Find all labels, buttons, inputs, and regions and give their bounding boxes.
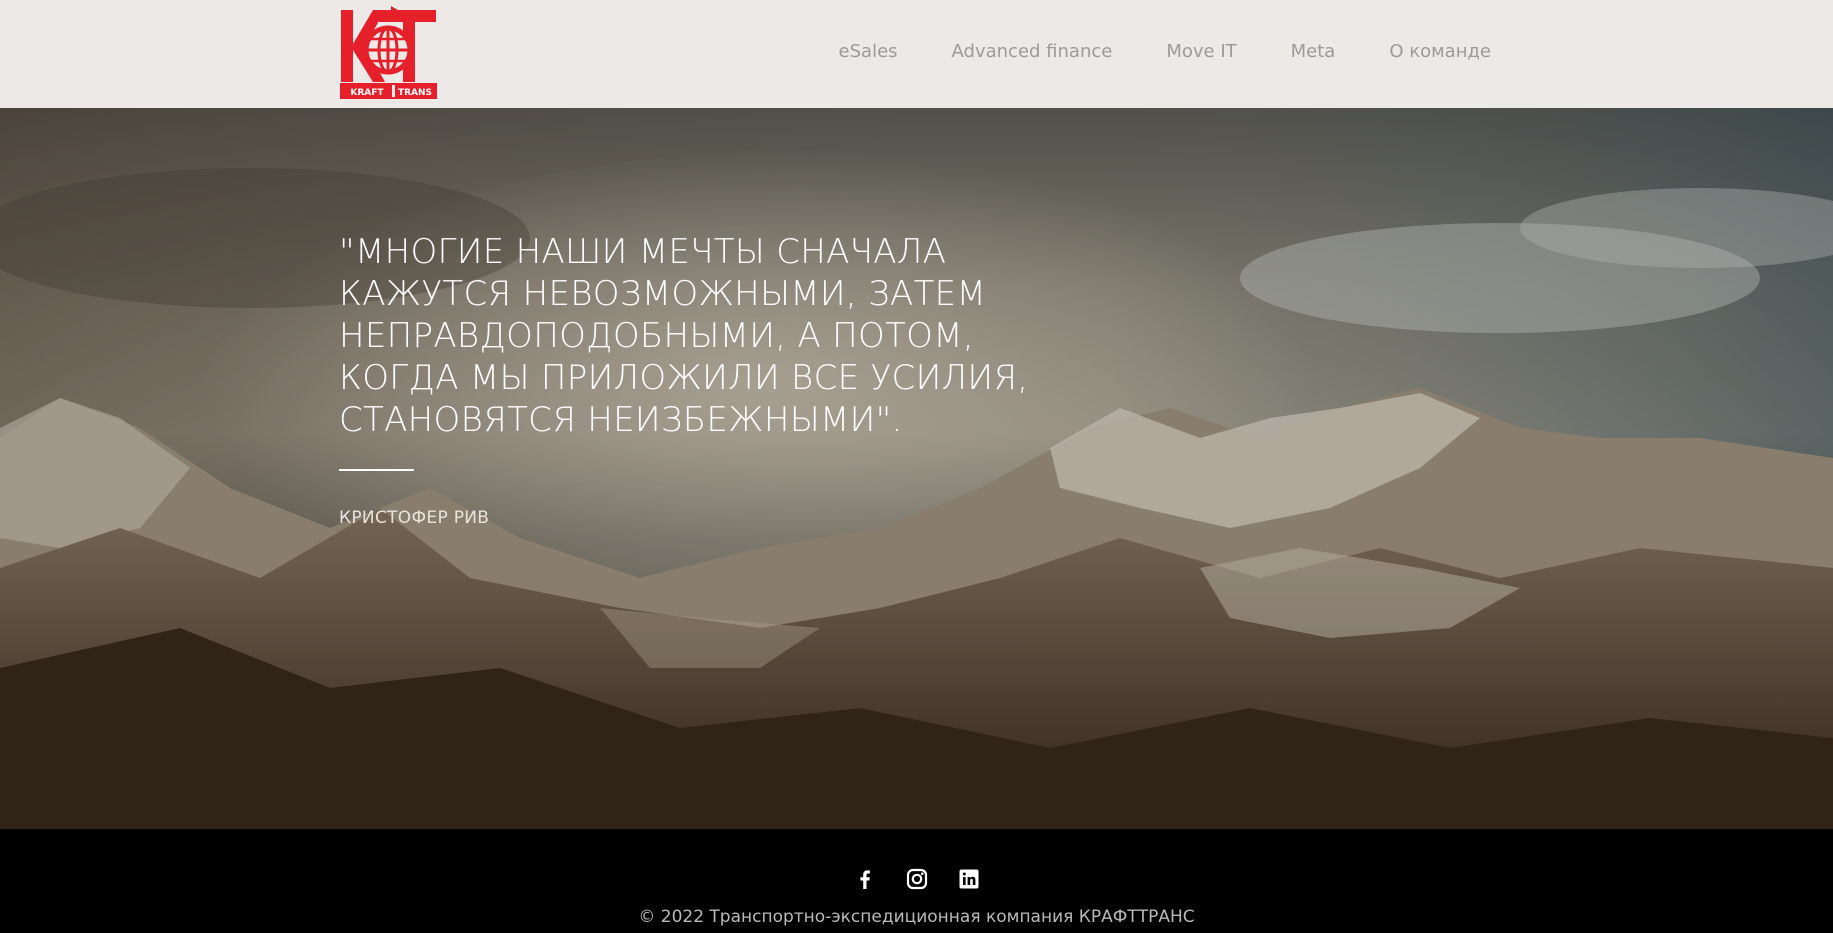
nav-item-esales[interactable]: eSales — [812, 40, 925, 64]
social-links — [0, 867, 1833, 891]
site-header: KRAFT TRANS eSales Advanced finance Move… — [0, 0, 1833, 108]
svg-text:KRAFT: KRAFT — [350, 88, 384, 98]
nav-item-advanced-finance[interactable]: Advanced finance — [925, 40, 1140, 64]
copyright-text: © 2022 Транспортно-экспедиционная компан… — [638, 907, 1195, 927]
hero-quote: "Многие наши мечты сначала кажутся невоз… — [339, 232, 1029, 440]
mountain-background-image — [0, 108, 1833, 829]
brand-logo[interactable]: KRAFT TRANS — [339, 6, 438, 100]
nav-item-meta[interactable]: Meta — [1264, 40, 1363, 64]
instagram-icon[interactable] — [905, 867, 929, 891]
main-nav: eSales Advanced finance Move IT Meta О к… — [812, 40, 1491, 64]
kraft-trans-logo-icon: KRAFT TRANS — [339, 6, 438, 100]
site-footer: © 2022 Транспортно-экспедиционная компан… — [0, 829, 1833, 933]
nav-item-about-team[interactable]: О команде — [1362, 40, 1491, 64]
hero-section: "Многие наши мечты сначала кажутся невоз… — [0, 108, 1833, 829]
facebook-icon[interactable] — [853, 867, 877, 891]
nav-item-move-it[interactable]: Move IT — [1139, 40, 1263, 64]
quote-author: Кристофер Рив — [339, 508, 490, 528]
quote-divider — [339, 469, 414, 471]
svg-text:TRANS: TRANS — [398, 88, 432, 98]
linkedin-icon[interactable] — [957, 867, 981, 891]
